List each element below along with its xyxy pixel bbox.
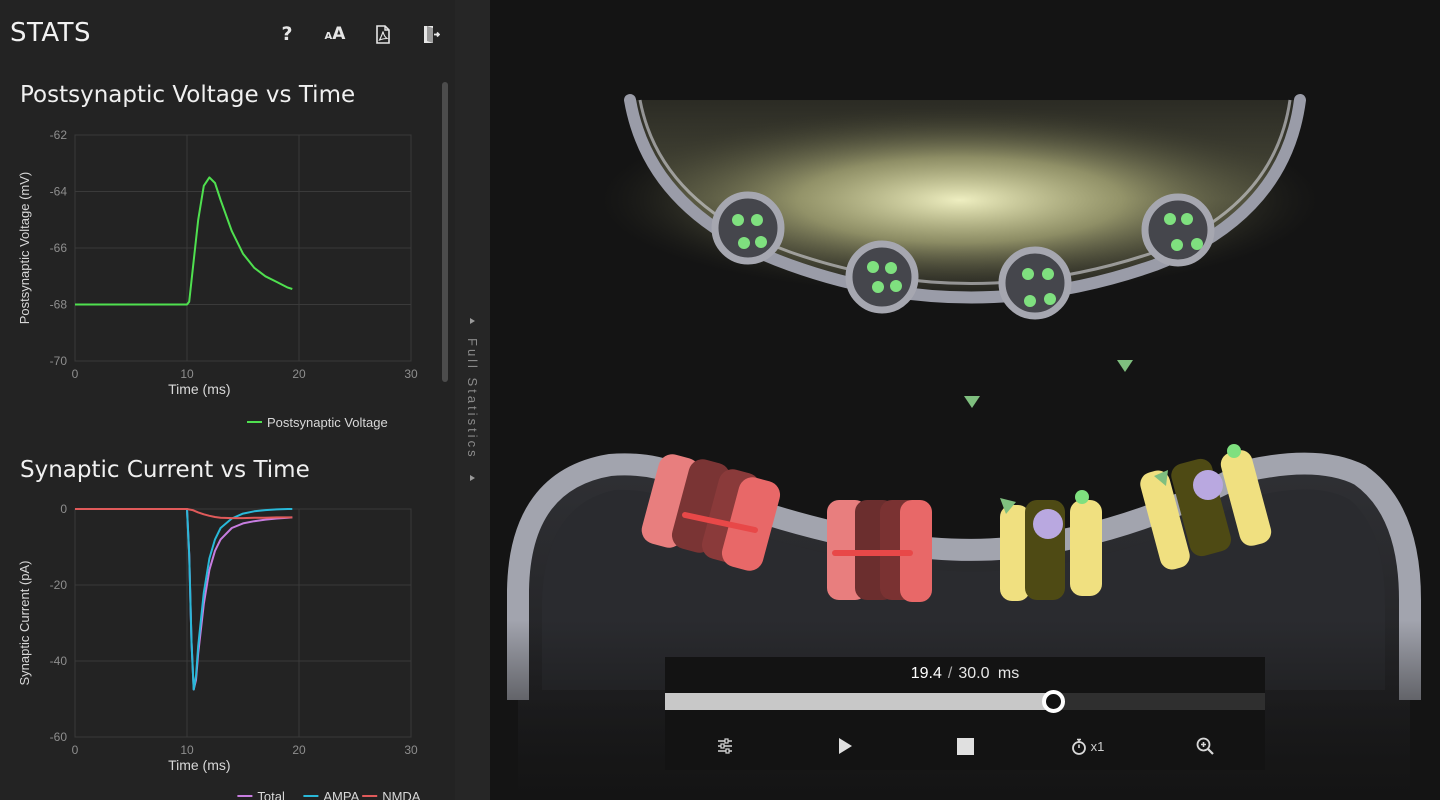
y-tick-label: 0	[60, 502, 67, 516]
neurotransmitters	[964, 360, 1133, 408]
time-separator: /	[947, 665, 953, 682]
y-tick-label: -60	[50, 730, 68, 744]
expand-arrow-icon	[470, 318, 475, 324]
current-chart: 0 10 20 30 0 -20 -40 -60 Time (ms) Synaptic Curre…	[17, 502, 421, 800]
stop-icon	[956, 737, 974, 755]
x-tick-label: 30	[404, 743, 418, 757]
progress-slider[interactable]	[665, 690, 1265, 713]
y-axis-label: Synaptic Current (pA)	[17, 561, 32, 686]
stopwatch-icon	[1071, 738, 1086, 755]
progress-knob[interactable]	[1042, 690, 1066, 713]
settings-button[interactable]	[710, 735, 740, 757]
total-time: 30.0	[958, 665, 990, 682]
expand-arrow-icon	[470, 475, 475, 481]
legend-label: NMDA	[382, 789, 421, 800]
vesicle	[711, 191, 785, 265]
time-unit: ms	[997, 665, 1020, 682]
plot-frame	[74, 508, 412, 738]
series-line-total	[75, 508, 293, 691]
vesicle	[1141, 193, 1215, 267]
legend-label: Total	[257, 789, 285, 800]
y-tick-label: -20	[50, 578, 68, 592]
stop-button[interactable]	[950, 735, 980, 757]
playback-controls: 19.4 / 30.0 ms x1	[665, 657, 1265, 770]
nmda-receptor	[827, 500, 932, 602]
y-tick-label: -40	[50, 654, 68, 668]
series-line-ampa	[75, 508, 293, 691]
full-statistics-label: Full Statistics	[465, 338, 480, 460]
play-icon	[839, 738, 852, 754]
x-tick-label: 10	[180, 743, 194, 757]
speed-button[interactable]: x1	[1065, 735, 1110, 757]
x-tick-label: 0	[72, 743, 79, 757]
x-axis-label: Time (ms)	[168, 757, 230, 773]
sliders-icon	[718, 738, 732, 754]
current-time: 19.4	[910, 665, 942, 682]
ampa-receptor	[1000, 490, 1102, 601]
presynaptic-terminal	[600, 94, 1320, 304]
app-window: STATS ? AA Postsynaptic Voltage vs Time …	[0, 0, 1440, 800]
x-tick-label: 20	[292, 743, 306, 757]
vesicle	[845, 240, 919, 314]
zoom-button[interactable]	[1190, 735, 1220, 757]
stats-scrollbar[interactable]	[442, 82, 448, 382]
progress-fill	[665, 693, 1054, 710]
stats-panel: STATS ? AA Postsynaptic Voltage vs Time …	[0, 0, 455, 800]
legend-label: AMPA	[323, 789, 359, 800]
vesicle	[998, 246, 1072, 320]
speed-label: x1	[1090, 738, 1105, 754]
time-readout: 19.4 / 30.0 ms	[665, 665, 1265, 683]
zoom-in-icon	[1196, 737, 1214, 755]
play-button[interactable]	[830, 735, 860, 757]
